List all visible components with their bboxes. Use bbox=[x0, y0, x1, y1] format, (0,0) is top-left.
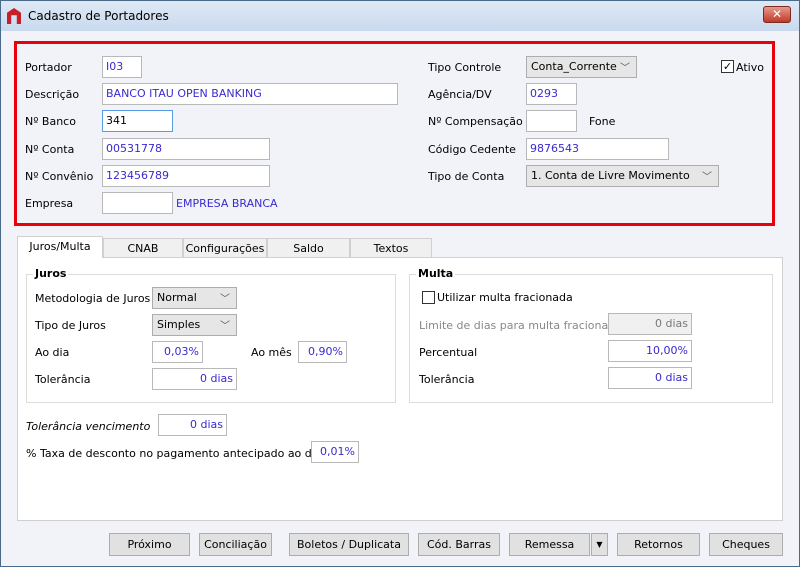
percentual-label: Percentual bbox=[419, 346, 478, 359]
close-button[interactable]: ✕ bbox=[763, 6, 791, 23]
tab-juros-multa[interactable]: Juros/Multa bbox=[17, 236, 103, 258]
banco-label: Nº Banco bbox=[25, 115, 76, 128]
cedente-label: Código Cedente bbox=[428, 143, 516, 156]
tipo-controle-label: Tipo Controle bbox=[428, 61, 502, 74]
chevron-down-icon: ﹀ bbox=[620, 63, 630, 74]
taxa-desconto-input[interactable]: 0,01% bbox=[311, 441, 359, 463]
tab-configuracoes[interactable]: Configurações bbox=[183, 238, 267, 258]
multa-tolerancia-label: Tolerância bbox=[419, 373, 475, 386]
juros-title: Juros bbox=[33, 267, 69, 280]
proximo-button[interactable]: Próximo bbox=[109, 533, 190, 556]
tab-saldo[interactable]: Saldo bbox=[267, 238, 350, 258]
multa-fracionada-checkbox[interactable] bbox=[422, 291, 435, 304]
title-bar: Cadastro de Portadores ✕ bbox=[1, 1, 799, 31]
metodologia-value: Normal bbox=[157, 291, 197, 304]
window: Cadastro de Portadores ✕ Portador I03 De… bbox=[0, 0, 800, 567]
compensacao-label: Nº Compensação bbox=[428, 115, 523, 128]
chevron-down-icon: ﹀ bbox=[702, 172, 712, 183]
descricao-label: Descrição bbox=[25, 88, 80, 101]
multa-tolerancia-input[interactable]: 0 dias bbox=[608, 367, 692, 389]
ativo-label: Ativo bbox=[736, 61, 764, 74]
tab-cnab[interactable]: CNAB bbox=[103, 238, 183, 258]
convenio-label: Nº Convênio bbox=[25, 170, 94, 183]
tipo-juros-value: Simples bbox=[157, 318, 201, 331]
banco-input[interactable]: 341 bbox=[102, 110, 173, 132]
window-title: Cadastro de Portadores bbox=[28, 9, 169, 23]
conciliacao-button[interactable]: Conciliação bbox=[199, 533, 272, 556]
juros-tolerancia-input[interactable]: 0 dias bbox=[152, 368, 237, 390]
conta-label: Nº Conta bbox=[25, 143, 75, 156]
boletos-duplicata-button[interactable]: Boletos / Duplicata bbox=[289, 533, 409, 556]
multa-fracionada-label: Utilizar multa fracionada bbox=[437, 291, 573, 304]
empresa-name: EMPRESA BRANCA bbox=[176, 197, 278, 210]
app-logo-icon bbox=[7, 8, 21, 24]
chevron-down-icon: ﹀ bbox=[220, 294, 230, 305]
remessa-button[interactable]: Remessa bbox=[509, 533, 590, 556]
caret-down-icon: ▼ bbox=[596, 540, 603, 549]
portador-label: Portador bbox=[25, 61, 72, 74]
multa-title: Multa bbox=[416, 267, 456, 280]
metodologia-label: Metodologia de Juros bbox=[35, 292, 151, 305]
juros-tolerancia-label: Tolerância bbox=[35, 373, 91, 386]
chevron-down-icon: ﹀ bbox=[220, 321, 230, 332]
tipo-conta-select[interactable]: 1. Conta de Livre Movimento ﹀ bbox=[526, 165, 719, 187]
taxa-desconto-label: % Taxa de desconto no pagamento antecipa… bbox=[26, 447, 322, 460]
portador-input[interactable]: I03 bbox=[102, 56, 142, 78]
cheques-button[interactable]: Cheques bbox=[709, 533, 783, 556]
ao-dia-label: Ao dia bbox=[35, 346, 70, 359]
ao-dia-input[interactable]: 0,03% bbox=[152, 341, 203, 363]
convenio-input[interactable]: 123456789 bbox=[102, 165, 270, 187]
limite-label: Limite de dias para multa fracionada bbox=[419, 319, 622, 332]
tolerancia-vencimento-label: Tolerância vencimento bbox=[26, 420, 151, 433]
cod-barras-button[interactable]: Cód. Barras bbox=[418, 533, 500, 556]
remessa-dropdown-button[interactable]: ▼ bbox=[591, 533, 608, 556]
compensacao-input[interactable] bbox=[526, 110, 577, 132]
tipo-conta-label: Tipo de Conta bbox=[428, 170, 505, 183]
tab-textos[interactable]: Textos bbox=[350, 238, 432, 258]
percentual-input[interactable]: 10,00% bbox=[608, 340, 692, 362]
empresa-label: Empresa bbox=[25, 197, 74, 210]
cedente-input[interactable]: 9876543 bbox=[526, 138, 669, 160]
retornos-button[interactable]: Retornos bbox=[617, 533, 700, 556]
agencia-label: Agência/DV bbox=[428, 88, 492, 101]
agencia-input[interactable]: 0293 bbox=[526, 83, 577, 105]
ao-mes-label: Ao mês bbox=[251, 346, 292, 359]
tipo-juros-label: Tipo de Juros bbox=[35, 319, 106, 332]
fone-label: Fone bbox=[589, 115, 616, 128]
tipo-controle-select[interactable]: Conta_Corrente ﹀ bbox=[526, 56, 637, 78]
tolerancia-vencimento-input[interactable]: 0 dias bbox=[158, 414, 227, 436]
tipo-controle-value: Conta_Corrente bbox=[531, 60, 617, 73]
limite-input[interactable]: 0 dias bbox=[608, 313, 692, 335]
ao-mes-input[interactable]: 0,90% bbox=[298, 341, 347, 363]
tipo-juros-select[interactable]: Simples ﹀ bbox=[152, 314, 237, 336]
conta-input[interactable]: 00531778 bbox=[102, 138, 270, 160]
tipo-conta-value: 1. Conta de Livre Movimento bbox=[531, 169, 690, 182]
descricao-input[interactable]: BANCO ITAU OPEN BANKING bbox=[102, 83, 398, 105]
ativo-checkbox[interactable]: ✓ bbox=[721, 60, 734, 73]
metodologia-select[interactable]: Normal ﹀ bbox=[152, 287, 237, 309]
empresa-input[interactable] bbox=[102, 192, 173, 214]
